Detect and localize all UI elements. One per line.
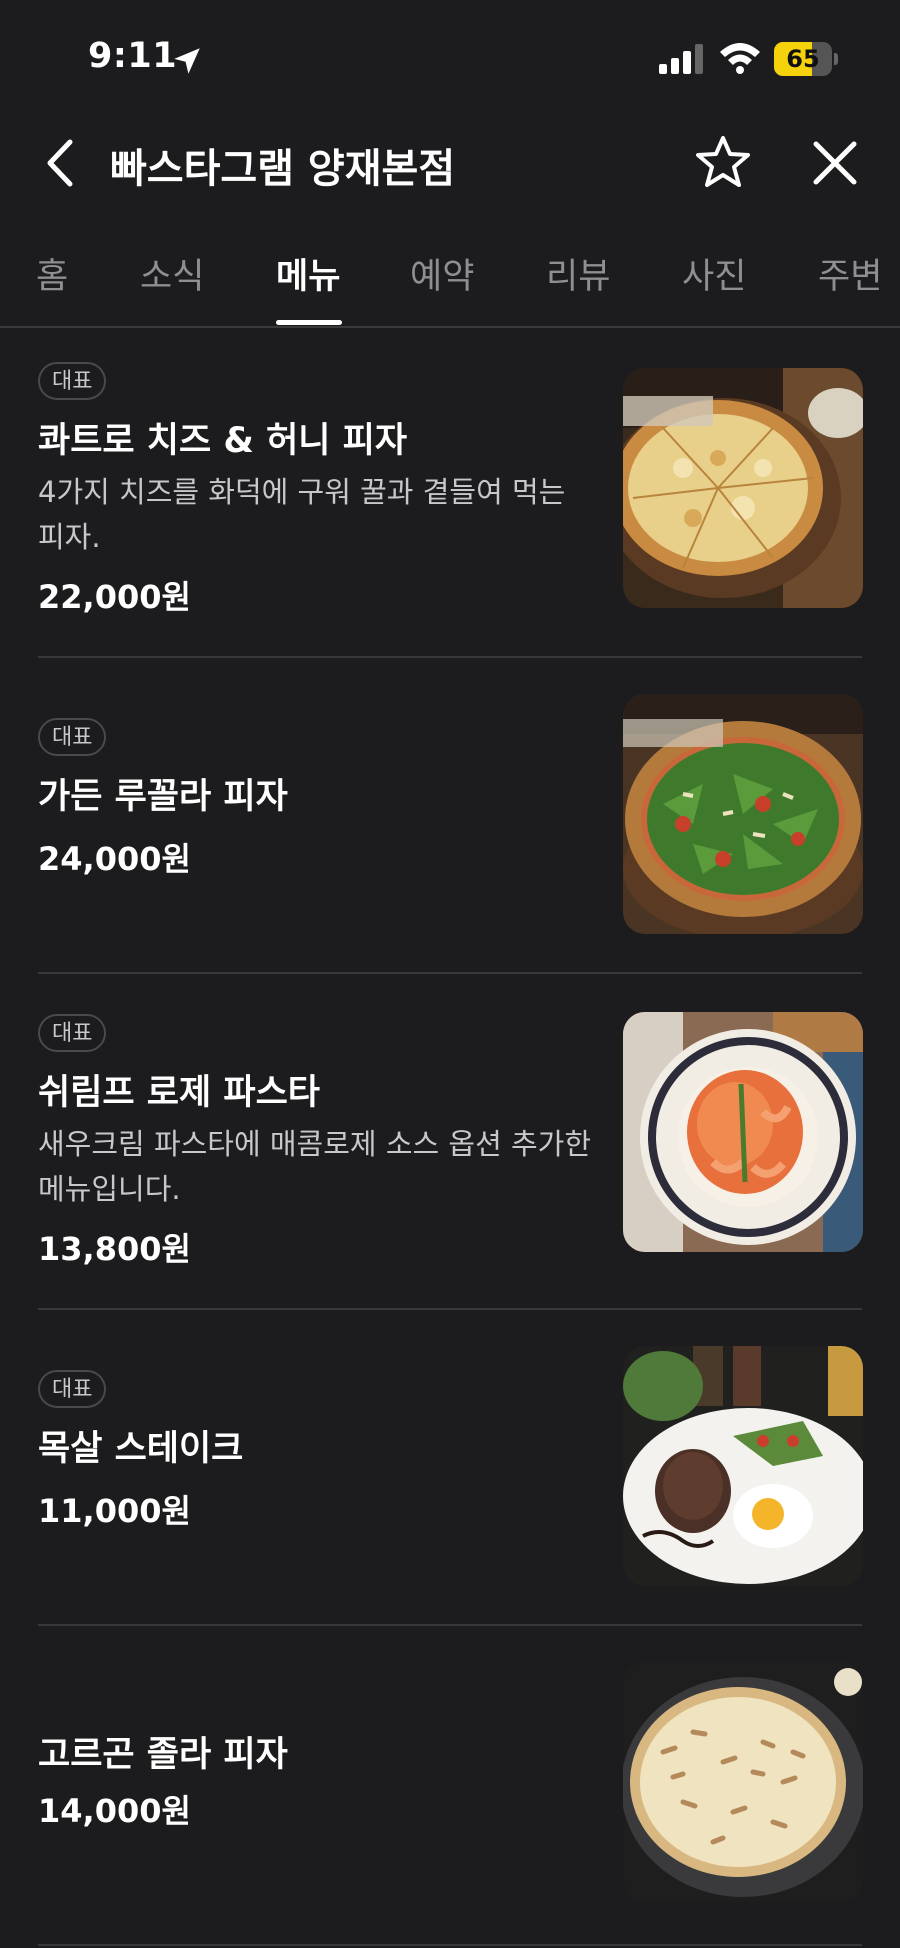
menu-item-price: 24,000원 [38,840,191,878]
menu-item-name: 가든 루꼴라 피자 [38,777,288,817]
signature-badge: 대표 [38,718,107,756]
menu-item-description: 4가지 치즈를 화덕에 구워 꿀과 곁들여 먹는 피자. [38,475,566,554]
favorite-star-icon[interactable] [694,134,752,190]
tab-bar: 홈 소식 메뉴 예약 리뷰 사진 주변 [0,240,900,328]
wifi-icon [720,43,760,74]
menu-item[interactable]: 대표 쉬림프 로제 파스타 새우크림 파스타에 매콤로제 소스 옵션 추가한 메… [38,974,863,1310]
menu-item-price: 13,800원 [38,1230,191,1268]
tab-reviews[interactable]: 리뷰 [546,248,610,299]
tab-reservation[interactable]: 예약 [410,248,474,299]
menu-item-name: 고르곤 졸라 피자 [38,1735,288,1775]
tab-menu[interactable]: 메뉴 [276,248,340,299]
tab-home[interactable]: 홈 [36,248,68,299]
back-arrow-icon[interactable] [42,138,78,188]
active-tab-indicator [276,320,342,325]
tab-photos[interactable]: 사진 [682,248,746,299]
cellular-signal-icon [659,44,703,74]
pork-steak-photo[interactable] [623,1346,863,1586]
signature-badge: 대표 [38,1370,107,1408]
menu-item-price: 14,000원 [38,1792,191,1830]
menu-item[interactable]: 고르곤 졸라 피자 14,000원 [38,1626,863,1946]
signature-badge: 대표 [38,1014,107,1052]
quattro-cheese-pizza-photo[interactable] [623,368,863,608]
close-icon[interactable] [812,140,858,186]
tab-news[interactable]: 소식 [140,248,204,299]
arugula-pizza-photo[interactable] [623,694,863,934]
header: 빠스타그램 양재본점 [0,110,900,210]
tab-nearby[interactable]: 주변 [818,248,882,299]
menu-item[interactable]: 대표 목살 스테이크 11,000원 [38,1310,863,1626]
menu-item[interactable]: 대표 가든 루꼴라 피자 24,000원 [38,658,863,974]
battery-indicator: 65 [774,42,838,76]
menu-item[interactable]: 대표 콰트로 치즈 & 허니 피자 4가지 치즈를 화덕에 구워 꿀과 곁들여 … [38,330,863,658]
gorgonzola-pizza-photo[interactable] [623,1662,863,1902]
item-divider [38,1944,862,1946]
menu-item-description: 새우크림 파스타에 매콤로제 소스 옵션 추가한 메뉴입니다. [38,1127,592,1206]
location-arrow-icon [174,48,200,74]
menu-item-name: 쉬림프 로제 파스타 [38,1073,320,1113]
shrimp-rose-pasta-photo[interactable] [623,1012,863,1252]
status-bar: 9:11 65 [0,0,900,110]
menu-item-name: 콰트로 치즈 & 허니 피자 [38,421,408,461]
menu-item-name: 목살 스테이크 [38,1429,244,1469]
signature-badge: 대표 [38,362,107,400]
page-title: 빠스타그램 양재본점 [110,146,456,192]
status-time: 9:11 [88,36,178,76]
battery-percent: 65 [786,45,820,73]
menu-item-price: 22,000원 [38,578,191,616]
menu-item-price: 11,000원 [38,1492,191,1530]
